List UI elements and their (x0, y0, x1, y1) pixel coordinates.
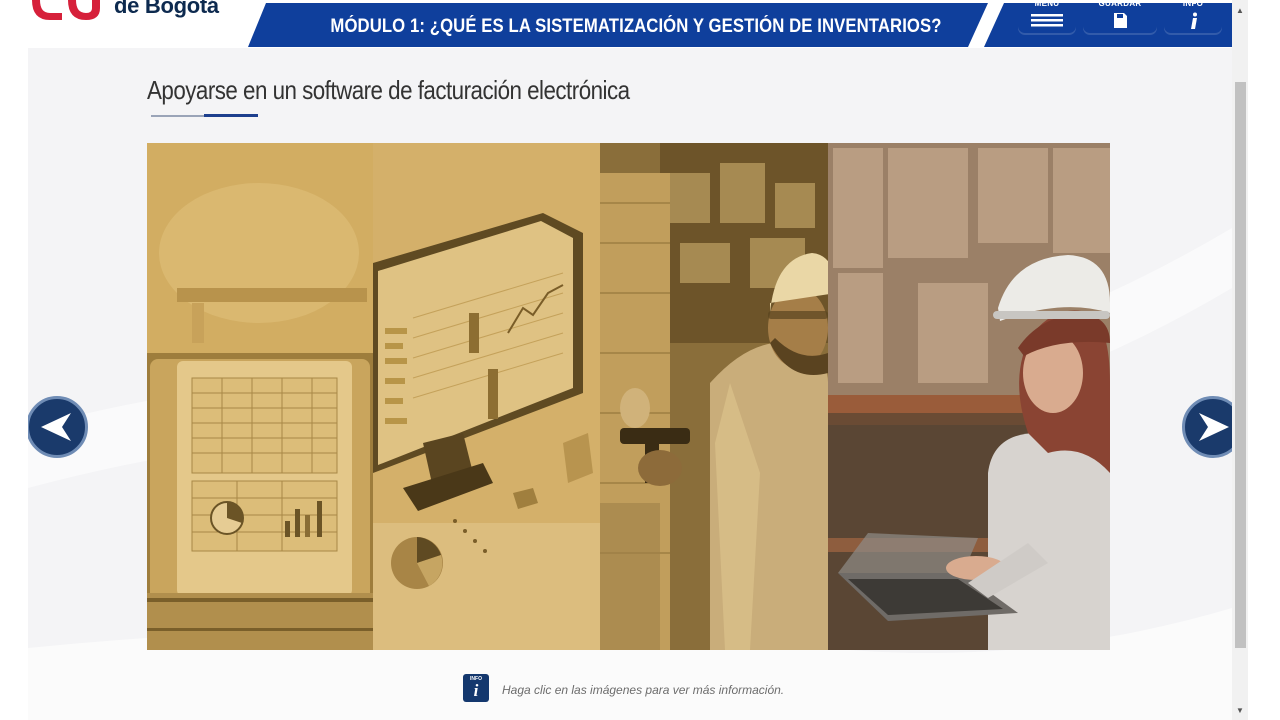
info-button[interactable]: INFO (1164, 0, 1222, 35)
save-button-label: GUARDAR (1098, 0, 1142, 8)
module-title: MÓDULO 1: ¿QUÉ ES LA SISTEMATIZACIÓN Y G… (330, 16, 942, 37)
save-icon (1114, 13, 1127, 28)
menu-button[interactable]: MENU (1018, 0, 1076, 35)
panel-woman-laptop[interactable] (828, 143, 1110, 650)
logo-mark-icon (32, 0, 100, 20)
slide-title: Apoyarse en un software de facturación e… (147, 75, 630, 105)
panel-worker-scanner[interactable] (600, 143, 828, 650)
info-button-label: INFO (1182, 0, 1204, 8)
top-header: de Bogotá MÓDULO 1: ¿QUÉ ES LA SISTEMATI… (0, 0, 1248, 48)
next-slide-button[interactable] (1182, 396, 1232, 458)
scrollbar-thumb[interactable] (1235, 82, 1246, 648)
monitor-analytics-illustration (373, 143, 600, 650)
panel-tablet-spreadsheet[interactable] (147, 143, 373, 650)
previous-slide-button[interactable] (28, 396, 88, 458)
scroll-down-arrow-icon[interactable]: ▼ (1236, 706, 1244, 715)
save-button[interactable]: GUARDAR (1083, 0, 1157, 35)
info-hint-icon: INFO i (463, 674, 489, 702)
worker-scanner-photo (600, 143, 828, 650)
title-underline-grey (151, 115, 209, 117)
woman-laptop-photo (828, 143, 1110, 650)
hamburger-icon (1031, 14, 1063, 27)
logo-text: de Bogotá (114, 0, 219, 18)
hint-text: Haga clic en las imágenes para ver más i… (502, 683, 785, 697)
scroll-up-arrow-icon[interactable]: ▲ (1236, 6, 1244, 15)
title-underline-blue (204, 114, 258, 117)
image-gallery (147, 143, 1110, 650)
arrow-right-icon (1199, 413, 1229, 441)
app-window: de Bogotá MÓDULO 1: ¿QUÉ ES LA SISTEMATI… (0, 0, 1280, 720)
panel-monitor-analytics[interactable] (373, 143, 600, 650)
brand-logo: de Bogotá (28, 0, 248, 34)
arrow-left-icon (41, 413, 71, 441)
info-icon (1191, 12, 1197, 29)
slide-content: Apoyarse en un software de facturación e… (28, 48, 1232, 720)
tablet-spreadsheet-illustration (147, 143, 373, 650)
module-title-bar: MÓDULO 1: ¿QUÉ ES LA SISTEMATIZACIÓN Y G… (240, 0, 1248, 47)
menu-button-label: MENU (1034, 0, 1060, 8)
info-hint-icon-letter: i (473, 681, 479, 700)
